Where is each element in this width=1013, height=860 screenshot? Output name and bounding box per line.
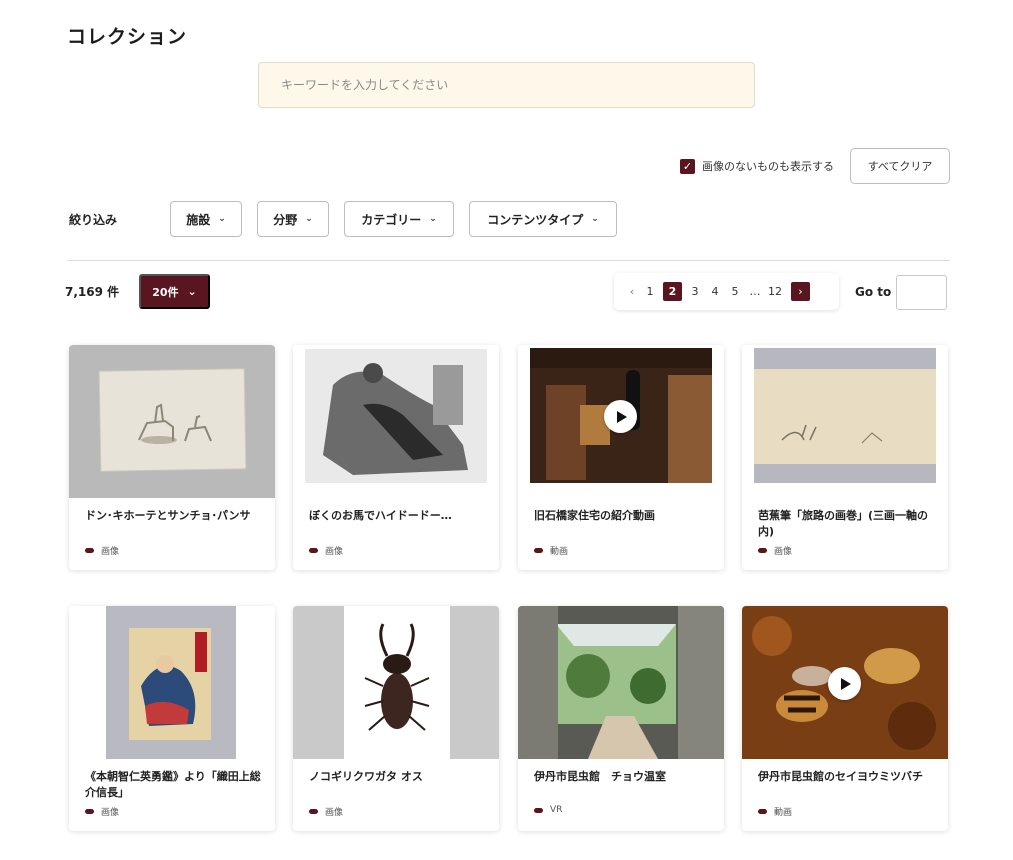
card-type: 画像 [85,805,119,818]
filter-category-button[interactable]: カテゴリー ⌄ [344,201,454,237]
play-icon[interactable] [604,400,637,433]
card-title[interactable]: 芭蕉筆「旅路の画巻」(三画一軸の内) [758,508,938,540]
filter-field-label: 分野 [273,212,298,227]
page-12-link[interactable]: 12 [765,285,785,298]
show-no-image-checkbox[interactable]: ✓ [680,158,695,174]
card-title[interactable]: ぼくのお馬でハイドードー… [309,508,489,524]
card-type-label: 動画 [550,547,569,557]
collection-card[interactable]: 芭蕉筆「旅路の画巻」(三画一軸の内) 画像 [742,345,948,570]
per-page-select[interactable]: 20件 ⌄ [139,274,210,309]
card-type: 画像 [309,805,343,818]
filter-field-button[interactable]: 分野 ⌄ [257,201,329,237]
type-marker-icon [85,809,94,814]
card-type-label: 画像 [325,547,344,557]
search-input[interactable] [281,78,754,92]
card-type-label: VR [550,805,563,815]
collection-card[interactable]: ぼくのお馬でハイドードー… 画像 [293,345,499,570]
clear-all-button[interactable]: すべてクリア [850,148,950,184]
card-type-label: 動画 [774,808,793,818]
filter-label: 絞り込み [69,213,118,227]
card-title[interactable]: ドン･キホーテとサンチョ･パンサ [85,508,265,524]
card-type-label: 画像 [325,808,344,818]
card-type: 画像 [309,544,343,557]
type-marker-icon [309,548,318,553]
card-title[interactable]: 旧石橋家住宅の紹介動画 [534,508,714,524]
card-title[interactable]: ノコギリクワガタ オス [309,769,489,785]
collection-card[interactable]: 伊丹市昆虫館のセイヨウミツバチ 動画 [742,606,948,831]
result-count: 7,169 件 [65,285,120,299]
card-type-label: 画像 [101,547,120,557]
collection-card[interactable]: 《本朝智仁英勇鑑》より「織田上総介信長」 画像 [69,606,275,831]
filter-content-type-button[interactable]: コンテンツタイプ ⌄ [469,201,617,237]
greenhouse-image [518,606,724,759]
type-marker-icon [309,809,318,814]
filter-facility-label: 施設 [186,212,211,227]
chevron-down-icon: ⌄ [305,214,313,224]
page-ellipsis: … [749,285,761,298]
type-marker-icon [758,809,767,814]
chevron-down-icon: ⌄ [591,214,599,224]
card-type-label: 画像 [101,808,120,818]
card-type: 動画 [534,544,568,557]
goto-page-input[interactable] [896,275,947,310]
prev-page-button[interactable]: ‹ [624,285,640,298]
collection-card[interactable]: 旧石橋家住宅の紹介動画 動画 [518,345,724,570]
show-no-image-label: 画像のないものも表示する [702,160,834,173]
card-type: 画像 [85,544,119,557]
card-type: 動画 [758,805,792,818]
page-title: コレクション [67,26,188,48]
page-1-link[interactable]: 1 [640,285,660,298]
divider [67,260,950,261]
lithograph-image [293,345,499,498]
collection-card[interactable]: ノコギリクワガタ オス 画像 [293,606,499,831]
honeybee-video [742,606,948,759]
card-title[interactable]: 伊丹市昆虫館のセイヨウミツバチ [758,769,938,785]
house-video [518,345,724,498]
card-type: VR [534,805,562,815]
next-page-button[interactable]: › [791,282,810,301]
card-type-label: 画像 [774,547,793,557]
type-marker-icon [534,548,543,553]
type-marker-icon [534,807,543,813]
per-page-label: 20件 [152,285,179,299]
filter-content-type-label: コンテンツタイプ [487,212,584,227]
page-3-link[interactable]: 3 [685,285,705,298]
collection-card[interactable]: 伊丹市昆虫館 チョウ温室 VR [518,606,724,831]
filter-category-label: カテゴリー [361,212,422,227]
pagination: ‹ 1 2 3 4 5 … 12 › [614,273,839,310]
chevron-down-icon: ⌄ [187,285,197,298]
card-title[interactable]: 伊丹市昆虫館 チョウ温室 [534,769,714,785]
collection-card[interactable]: ドン･キホーテとサンチョ･パンサ 画像 [69,345,275,570]
chevron-down-icon: ⌄ [429,214,437,224]
stag-beetle-image [293,606,499,759]
type-marker-icon [85,548,94,553]
goto-label: Go to [855,285,892,299]
ukiyoe-image [69,606,275,759]
filter-facility-button[interactable]: 施設 ⌄ [170,201,242,237]
page-5-link[interactable]: 5 [725,285,745,298]
card-type: 画像 [758,544,792,557]
search-box[interactable] [258,62,755,108]
type-marker-icon [758,548,767,553]
card-title[interactable]: 《本朝智仁英勇鑑》より「織田上総介信長」 [85,769,265,801]
page-4-link[interactable]: 4 [705,285,725,298]
play-icon[interactable] [828,667,861,700]
chevron-down-icon: ⌄ [218,214,226,224]
sketch-image [69,345,275,498]
show-no-image-option[interactable]: ✓ 画像のないものも表示する [680,158,834,174]
page-2-current[interactable]: 2 [663,282,682,301]
scroll-painting-image [742,345,948,498]
